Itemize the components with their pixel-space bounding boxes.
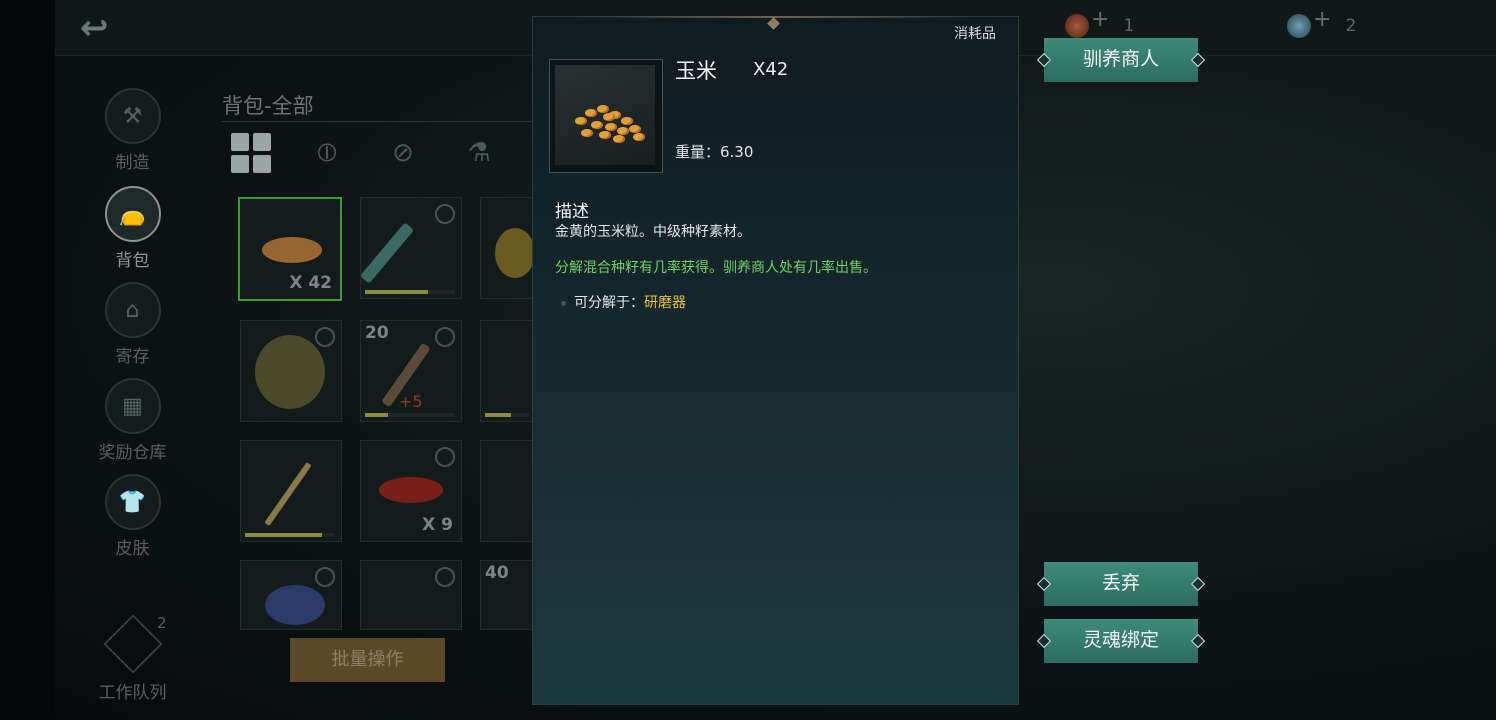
globe-coin-icon bbox=[1287, 14, 1311, 38]
nav-storage[interactable]: ⌂ 寄存 bbox=[85, 282, 180, 367]
obtain-info: 分解混合种籽有几率获得。驯养商人处有几率出售。 bbox=[555, 260, 877, 276]
work-queue-label: 工作队列 bbox=[98, 683, 167, 703]
batch-operation-button[interactable]: 批量操作 bbox=[290, 638, 445, 682]
item-detail-panel: 消耗品 玉米 X42 重量：6.30 描述 金黄的玉米粒。中级种籽素材。 分解混… bbox=[532, 16, 1019, 705]
nav-bag-label: 背包 bbox=[115, 251, 150, 271]
craft-icon: ⚒ bbox=[104, 88, 161, 144]
nav-craft[interactable]: ⚒ 制造 bbox=[85, 88, 180, 173]
item-image-frame bbox=[549, 59, 663, 173]
tab-equipment[interactable]: ⊘ bbox=[382, 132, 424, 174]
tab-materials[interactable]: ⦶ bbox=[306, 132, 348, 174]
nav-storage-label: 寄存 bbox=[115, 347, 150, 367]
decompose-info: 可分解于：研磨器 bbox=[561, 292, 686, 312]
work-queue[interactable]: 2 工作队列 bbox=[85, 614, 180, 703]
inventory-slot[interactable]: 40 bbox=[480, 560, 534, 630]
item-category: 消耗品 bbox=[954, 26, 996, 42]
seed-bag-thumb bbox=[255, 335, 325, 409]
durability-bar bbox=[365, 413, 455, 417]
durability-bar bbox=[485, 413, 529, 417]
durability-bar bbox=[245, 533, 335, 537]
currency-soul[interactable]: + 1 bbox=[1065, 7, 1135, 38]
currency-globe-value: 2 bbox=[1345, 16, 1357, 36]
work-queue-badge: 2 bbox=[157, 614, 167, 632]
currency-soul-value: 1 bbox=[1123, 16, 1135, 36]
item-quantity: X42 bbox=[753, 59, 789, 80]
currency-globe[interactable]: + 2 bbox=[1287, 7, 1357, 38]
description-title: 描述 bbox=[555, 202, 589, 222]
staff-thumb bbox=[359, 222, 415, 284]
plus-icon[interactable]: + bbox=[1313, 7, 1331, 32]
shovel-thumb bbox=[264, 461, 312, 527]
inventory-slot[interactable] bbox=[240, 440, 342, 542]
corn-thumb bbox=[262, 237, 322, 263]
link-icon bbox=[435, 327, 455, 347]
nav-skin-label: 皮肤 bbox=[115, 539, 150, 559]
nav-skin[interactable]: 👕 皮肤 bbox=[85, 474, 180, 559]
decompose-tool: 研磨器 bbox=[644, 295, 686, 311]
inventory-slot[interactable] bbox=[480, 197, 535, 299]
berries-thumb bbox=[265, 585, 325, 625]
inventory-slot[interactable] bbox=[359, 197, 462, 299]
powder-thumb bbox=[379, 477, 443, 503]
work-queue-icon bbox=[103, 614, 162, 674]
grid-icon bbox=[231, 133, 271, 173]
inventory-slot[interactable] bbox=[360, 560, 462, 630]
ban-icon: ⊘ bbox=[392, 138, 414, 168]
link-icon bbox=[435, 447, 455, 467]
reward-warehouse-icon: ▦ bbox=[104, 378, 161, 434]
bag-tabs: ⦶ ⊘ ⚗ bbox=[230, 132, 500, 174]
inventory-slot[interactable] bbox=[240, 320, 342, 422]
plus-icon[interactable]: + bbox=[1091, 7, 1109, 32]
left-border bbox=[0, 0, 55, 720]
item-name: 玉米 bbox=[675, 59, 717, 83]
item-thumb bbox=[495, 228, 535, 278]
tame-merchant-button[interactable]: 驯养商人 bbox=[1044, 38, 1198, 82]
corn-icon bbox=[555, 65, 655, 165]
divider bbox=[222, 121, 532, 122]
bullet-icon bbox=[561, 300, 566, 306]
inventory-slot[interactable]: X 9 bbox=[360, 440, 462, 542]
logs-icon: ⦶ bbox=[317, 137, 337, 168]
skin-icon: 👕 bbox=[104, 474, 161, 530]
nav-reward-warehouse-label: 奖励仓库 bbox=[98, 443, 167, 463]
link-icon bbox=[315, 327, 335, 347]
slot-count: 20 bbox=[365, 323, 389, 343]
slot-qty: X 9 bbox=[422, 515, 453, 535]
tab-all[interactable] bbox=[230, 132, 272, 174]
bag-title: 背包-全部 bbox=[222, 94, 314, 118]
decompose-label: 可分解于： bbox=[574, 295, 644, 311]
link-icon bbox=[315, 567, 335, 587]
description-text: 金黄的玉米粒。中级种籽素材。 bbox=[555, 224, 751, 240]
potion-icon: ⚗ bbox=[467, 138, 491, 168]
discard-button[interactable]: 丢弃 bbox=[1044, 562, 1198, 606]
item-weight: 重量：6.30 bbox=[675, 143, 754, 161]
link-icon bbox=[435, 567, 455, 587]
slot-count: 40 bbox=[485, 563, 509, 583]
bag-icon: 👝 bbox=[104, 186, 161, 242]
soul-bind-button[interactable]: 灵魂绑定 bbox=[1044, 619, 1198, 663]
soul-coin-icon bbox=[1065, 14, 1089, 38]
durability-bar bbox=[365, 290, 455, 294]
nav-craft-label: 制造 bbox=[115, 153, 150, 173]
slot-qty: X 42 bbox=[289, 273, 332, 293]
inventory-slot[interactable]: 20 +5 bbox=[360, 320, 462, 422]
nav-reward-warehouse[interactable]: ▦ 奖励仓库 bbox=[85, 378, 180, 463]
nav-bag[interactable]: 👝 背包 bbox=[85, 186, 180, 271]
link-icon bbox=[435, 204, 455, 224]
inventory-slot[interactable] bbox=[480, 320, 534, 422]
storage-icon: ⌂ bbox=[104, 282, 161, 338]
inventory-slot[interactable] bbox=[480, 440, 534, 542]
back-button[interactable]: ↩ bbox=[80, 10, 130, 46]
inventory-slot-corn[interactable]: X 42 bbox=[238, 197, 342, 301]
enhance-level: +5 bbox=[399, 392, 423, 411]
inventory-slot[interactable] bbox=[240, 560, 342, 630]
tab-consumables[interactable]: ⚗ bbox=[458, 132, 500, 174]
